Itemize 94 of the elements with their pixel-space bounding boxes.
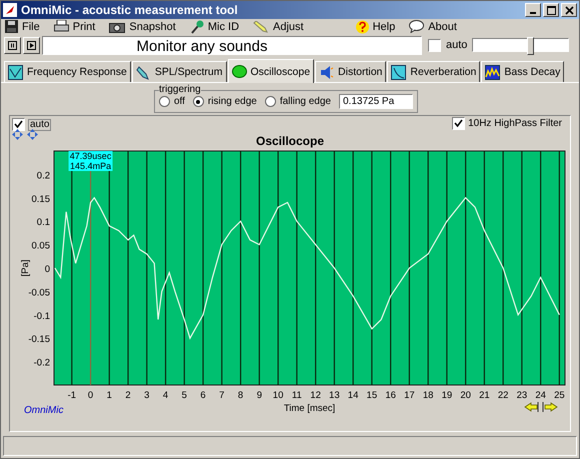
- y-tick-label: -0.1: [34, 310, 50, 322]
- level-slider[interactable]: [472, 38, 570, 52]
- cursor-line[interactable]: [90, 171, 92, 385]
- close-button[interactable]: [561, 3, 577, 17]
- play-icon: [27, 40, 36, 50]
- x-tick-label: 18: [422, 390, 434, 401]
- x-tick-label: 17: [404, 390, 415, 401]
- window-title: OmniMic - acoustic measurement tool: [21, 3, 239, 17]
- chart-title: Oscillocope: [256, 134, 324, 148]
- y-tick-label: 0.1: [36, 217, 50, 228]
- x-tick-label: 13: [329, 390, 340, 401]
- speaker-icon: [319, 64, 334, 80]
- tab[interactable]: Oscilloscope: [228, 59, 314, 83]
- x-tick-label: 19: [442, 390, 452, 401]
- x-tick-label: 21: [479, 390, 490, 401]
- x-tick-label: 2: [125, 390, 131, 401]
- spectrum-icon: [485, 64, 500, 80]
- scroll-arrows-icon[interactable]: [524, 402, 558, 412]
- brand-label: OmniMic: [24, 405, 64, 416]
- trigger-level-field[interactable]: 0.13725 Pa: [339, 94, 413, 109]
- maximize-icon: [546, 6, 556, 14]
- x-tick-label: 3: [144, 390, 150, 401]
- x-tick-label: 8: [238, 390, 244, 401]
- x-tick-label: 16: [385, 390, 396, 401]
- slider-thumb[interactable]: [527, 37, 534, 55]
- tab[interactable]: Reverberation: [387, 61, 480, 82]
- microphone-icon: [190, 20, 204, 34]
- auto-label[interactable]: auto: [28, 118, 52, 130]
- y-tick-label: 0.15: [32, 194, 50, 205]
- x-tick-label: 11: [292, 390, 302, 401]
- tab[interactable]: Frequency Response: [4, 61, 131, 82]
- x-tick-label: 20: [460, 390, 471, 401]
- response-curve-icon: [8, 64, 23, 80]
- oval-icon: [232, 64, 247, 79]
- tab[interactable]: Distortion: [315, 61, 386, 82]
- y-tick-label: -0.15: [28, 334, 50, 346]
- auto-checkbox[interactable]: [428, 38, 441, 52]
- x-tick-label: 15: [366, 390, 378, 401]
- x-tick-label: 24: [535, 390, 546, 401]
- menu-item[interactable]: About: [407, 20, 459, 33]
- maximize-button[interactable]: [543, 3, 559, 17]
- tag-icon: [136, 64, 151, 80]
- menu-item[interactable]: Mic ID: [188, 20, 242, 34]
- y-tick-label: -0.05: [28, 287, 50, 298]
- x-tick-label: 7: [219, 390, 224, 401]
- printer-icon: [54, 20, 69, 33]
- radio-option[interactable]: rising edge: [192, 96, 257, 107]
- x-tick-label: 10: [272, 390, 284, 401]
- y-tick-label: -0.2: [34, 358, 50, 369]
- pause-button[interactable]: [4, 36, 21, 54]
- y-tick-label: 0.05: [32, 240, 50, 252]
- help-icon: [356, 20, 369, 34]
- x-tick-label: 6: [200, 390, 206, 401]
- y-axis-label: [Pa]: [20, 260, 31, 276]
- y-tick-label: 0: [44, 264, 50, 275]
- app-logo-icon: [3, 3, 17, 17]
- x-tick-label: 5: [182, 390, 187, 401]
- highpass-checkbox[interactable]: [452, 117, 466, 130]
- x-tick-label: 9: [256, 390, 262, 401]
- speech-bubble-icon: [409, 20, 424, 33]
- x-tick-label: 22: [498, 390, 508, 401]
- highpass-label: 10Hz HighPass Filter: [468, 118, 562, 129]
- x-tick-label: 25: [554, 390, 565, 401]
- x-tick-label: 4: [162, 390, 168, 401]
- x-tick-label: 14: [348, 390, 358, 401]
- decay-curve-icon: [391, 64, 406, 80]
- tab[interactable]: Bass Decay: [481, 61, 564, 82]
- minimize-button[interactable]: [525, 3, 541, 17]
- pause-icon: [8, 40, 17, 50]
- x-tick-label: 0: [88, 390, 94, 401]
- x-tick-label: -1: [68, 390, 76, 401]
- y-tick-label: 0.2: [36, 170, 50, 182]
- play-button[interactable]: [23, 36, 40, 54]
- menu-item[interactable]: File: [3, 20, 42, 33]
- zoom-icon[interactable]: [27, 129, 38, 140]
- menu-item[interactable]: Help: [354, 20, 398, 34]
- close-icon: [564, 6, 574, 14]
- auto-checkbox[interactable]: [12, 118, 25, 131]
- x-axis-label: Time [msec]: [284, 403, 336, 414]
- radio-option[interactable]: off: [158, 96, 185, 107]
- group-title: triggering: [158, 86, 201, 94]
- status-display: Monitor any sounds: [42, 36, 422, 54]
- camera-icon: [109, 20, 126, 32]
- tab[interactable]: SPL/Spectrum: [132, 61, 227, 82]
- menu-item[interactable]: Print: [52, 20, 98, 33]
- x-tick-label: 23: [516, 390, 528, 401]
- x-tick-label: 1: [106, 390, 112, 401]
- cursor-tooltip: 47.39usec 145.4mPa: [68, 151, 113, 171]
- zoom-icon[interactable]: [12, 129, 23, 140]
- menu-item[interactable]: Snapshot: [107, 20, 178, 32]
- auto-label: auto: [446, 39, 468, 51]
- menu-item[interactable]: Adjust: [251, 20, 306, 32]
- radio-option[interactable]: falling edge: [264, 96, 331, 107]
- x-tick-label: 12: [310, 390, 321, 401]
